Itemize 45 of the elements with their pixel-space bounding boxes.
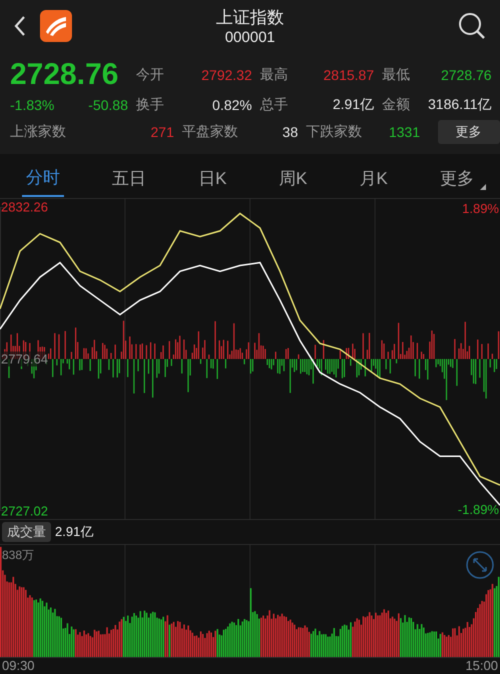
- chart-tab[interactable]: 更多: [436, 160, 478, 196]
- percent-label: -1.89%: [458, 502, 499, 517]
- breadth-value: 271: [150, 124, 175, 140]
- back-icon[interactable]: [14, 15, 26, 37]
- stat-value: 0.82%: [211, 97, 253, 113]
- breadth-value: 1331: [388, 124, 421, 140]
- time-label: 15:00: [465, 658, 498, 673]
- axis-label: 2832.26: [1, 200, 48, 214]
- volume-value: 2.91亿: [55, 523, 94, 541]
- chart-tab[interactable]: 周K: [274, 160, 312, 196]
- chart-tab[interactable]: 日K: [194, 160, 231, 196]
- stat-label: 今开: [136, 66, 165, 84]
- stat-value: 2728.76: [440, 67, 493, 83]
- breadth-label: 平盘家数: [182, 123, 239, 141]
- stat-label: 最低: [382, 66, 411, 84]
- breadth-value: 38: [281, 124, 299, 140]
- stat-value: 2792.32: [200, 67, 253, 83]
- volume-max-label: 838万: [2, 547, 34, 564]
- current-price: 2728.76: [10, 58, 120, 92]
- dropdown-triangle-icon: [480, 184, 486, 190]
- chart-tab[interactable]: 五日: [108, 160, 150, 196]
- search-icon[interactable]: [458, 12, 486, 40]
- stat-label: 金额: [382, 96, 411, 114]
- page-title: 上证指数: [216, 7, 284, 29]
- chart-tab[interactable]: 月K: [355, 160, 392, 196]
- breadth-label: 下跌家数: [306, 123, 363, 141]
- stat-value: 3186.11亿: [428, 96, 493, 114]
- stat-value: 2815.87: [322, 67, 375, 83]
- expand-icon[interactable]: [466, 551, 494, 579]
- change-amount: -50.88: [88, 97, 128, 113]
- stat-label: 换手: [136, 96, 165, 114]
- stat-label: 最高: [260, 66, 289, 84]
- stock-code: 000001: [224, 29, 276, 46]
- chart-tab[interactable]: 分时: [22, 160, 64, 196]
- axis-label: 2727.02: [1, 504, 48, 518]
- breadth-label: 上涨家数: [10, 123, 67, 141]
- time-label: 09:30: [2, 658, 35, 673]
- app-logo-icon: [40, 10, 72, 42]
- more-button[interactable]: 更多: [438, 120, 500, 144]
- axis-label: 2779.64: [1, 352, 48, 366]
- percent-label: 1.89%: [462, 201, 499, 216]
- volume-tag[interactable]: 成交量: [2, 522, 51, 542]
- stat-value: 2.91亿: [332, 96, 375, 114]
- change-percent: -1.83%: [10, 97, 54, 113]
- stat-label: 总手: [260, 96, 289, 114]
